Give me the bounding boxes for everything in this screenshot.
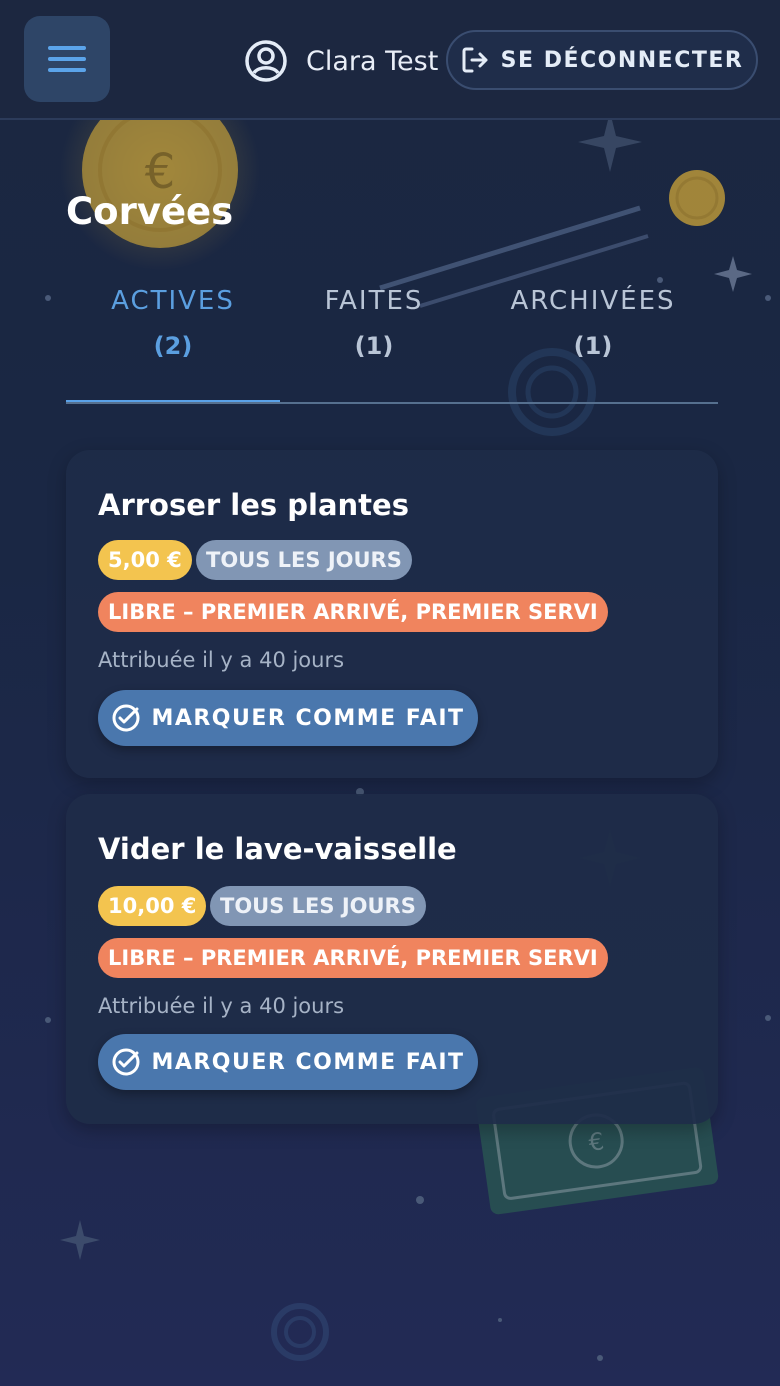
svg-text:€: € xyxy=(587,1127,606,1157)
tab-archivees[interactable]: ARCHIVÉES (1) xyxy=(468,280,718,402)
user-name: Clara Test xyxy=(306,45,439,77)
assigned-date: Attribuée il y a 40 jours xyxy=(98,648,345,672)
check-circle-icon xyxy=(111,1047,141,1077)
tab-count: (1) xyxy=(573,332,613,360)
logout-button[interactable]: SE DÉCONNECTER xyxy=(446,30,758,90)
tab-actives[interactable]: ACTIVES (2) xyxy=(66,280,280,404)
chore-tabs: ACTIVES (2) FAITES (1) ARCHIVÉES (1) xyxy=(66,280,718,404)
mode-badge: LIBRE – PREMIER ARRIVÉ, PREMIER SERVI xyxy=(98,938,608,978)
frequency-badge: TOUS LES JOURS xyxy=(196,540,412,580)
user-info: Clara Test xyxy=(244,38,438,84)
frequency-badge: TOUS LES JOURS xyxy=(210,886,426,926)
tab-label: ARCHIVÉES xyxy=(510,286,676,316)
tab-faites[interactable]: FAITES (1) xyxy=(280,280,468,402)
tab-count: (2) xyxy=(153,332,193,360)
page-title: Corvées xyxy=(66,190,234,233)
mark-done-label: MARQUER COMME FAIT xyxy=(151,1049,465,1075)
tab-count: (1) xyxy=(354,332,394,360)
check-circle-icon xyxy=(111,703,141,733)
tab-label: ACTIVES xyxy=(111,286,235,316)
chore-title: Vider le lave-vaisselle xyxy=(98,832,457,866)
tabs-divider xyxy=(66,402,718,404)
logout-icon xyxy=(461,46,489,74)
mark-done-button[interactable]: MARQUER COMME FAIT xyxy=(98,690,478,746)
logout-label: SE DÉCONNECTER xyxy=(500,47,744,73)
assigned-date: Attribuée il y a 40 jours xyxy=(98,994,345,1018)
chore-card: Arroser les plantes 5,00 € TOUS LES JOUR… xyxy=(66,450,718,778)
mark-done-button[interactable]: MARQUER COMME FAIT xyxy=(98,1034,478,1090)
menu-icon xyxy=(48,45,86,73)
price-badge: 5,00 € xyxy=(98,540,192,580)
chore-title: Arroser les plantes xyxy=(98,488,409,522)
user-circle-icon xyxy=(244,39,288,83)
price-badge: 10,00 € xyxy=(98,886,207,926)
chore-card: Vider le lave-vaisselle 10,00 € TOUS LES… xyxy=(66,794,718,1124)
mode-badge: LIBRE – PREMIER ARRIVÉ, PREMIER SERVI xyxy=(98,592,608,632)
menu-button[interactable] xyxy=(24,16,110,102)
top-bar: Clara Test SE DÉCONNECTER xyxy=(0,0,780,120)
tab-label: FAITES xyxy=(324,286,424,316)
mark-done-label: MARQUER COMME FAIT xyxy=(151,705,465,731)
